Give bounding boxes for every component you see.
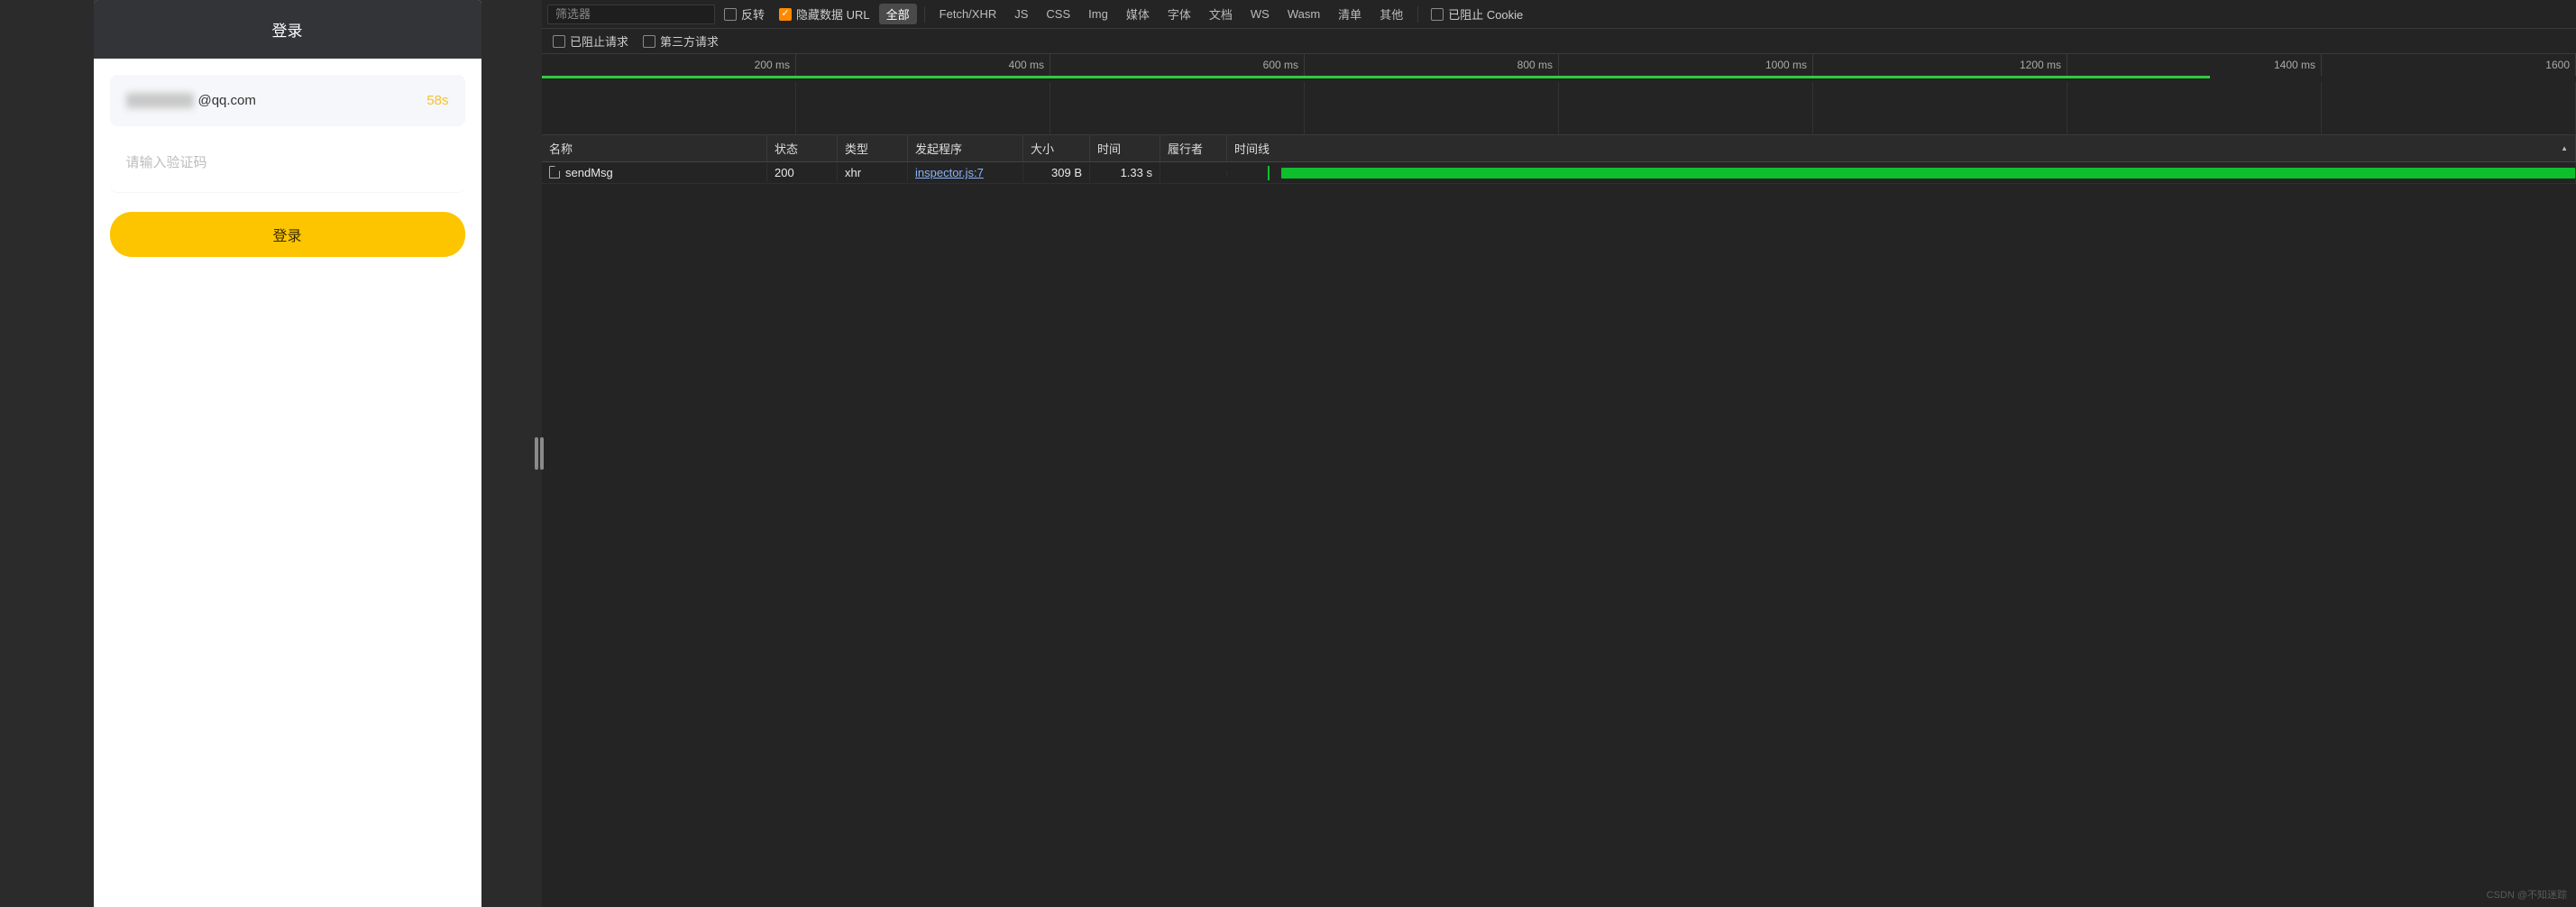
- devtools-panel: 反转 ✓ 隐藏数据 URL 全部 Fetch/XHR JS CSS Img 媒体…: [542, 0, 2576, 907]
- separator: [1417, 6, 1418, 23]
- type-filter-media[interactable]: 媒体: [1119, 4, 1157, 24]
- invert-checkbox[interactable]: 反转: [719, 5, 770, 23]
- third-party-checkbox[interactable]: 第三方请求: [637, 32, 724, 50]
- filter-input[interactable]: [547, 5, 715, 24]
- page-title: 登录: [94, 0, 481, 59]
- table-body: sendMsg200xhrinspector.js:7309 B1.33 s: [542, 162, 2576, 907]
- type-filter-all[interactable]: 全部: [879, 4, 917, 24]
- devtools-toolbar: 反转 ✓ 隐藏数据 URL 全部 Fetch/XHR JS CSS Img 媒体…: [542, 0, 2576, 29]
- type-filter-js[interactable]: JS: [1007, 5, 1035, 23]
- blocked-requests-label: 已阻止请求: [570, 32, 628, 50]
- devtools-toolbar-secondary: 已阻止请求 第三方请求: [542, 29, 2576, 54]
- login-button[interactable]: 登录: [110, 212, 465, 257]
- waterfall-bar: [1281, 168, 2575, 179]
- col-waterfall[interactable]: 时间线: [1227, 135, 2576, 161]
- email-card: ········ @qq.com 58s: [110, 75, 465, 126]
- type-filter-font[interactable]: 字体: [1160, 4, 1198, 24]
- app-root: 登录 ········ @qq.com 58s 登录: [0, 0, 2576, 907]
- timeline-overview[interactable]: 200 ms 400 ms 600 ms 800 ms 1000 ms 1200…: [542, 54, 2576, 135]
- blocked-requests-checkbox[interactable]: 已阻止请求: [547, 32, 634, 50]
- col-initiator[interactable]: 发起程序: [908, 135, 1023, 161]
- mobile-preview-pane: 登录 ········ @qq.com 58s 登录: [0, 0, 536, 907]
- network-table: 名称 状态 类型 发起程序 大小 时间 履行者 时间线 sendMsg200xh…: [542, 135, 2576, 907]
- countdown-timer: 58s: [426, 93, 448, 108]
- ruler-tick: 200 ms: [542, 54, 796, 76]
- email-domain: @qq.com: [197, 93, 255, 108]
- checkbox-icon: [1431, 8, 1444, 21]
- col-name[interactable]: 名称: [542, 135, 767, 161]
- ruler-tick: 400 ms: [796, 54, 1050, 76]
- checkbox-icon: [553, 35, 565, 48]
- mobile-device: 登录 ········ @qq.com 58s 登录: [94, 0, 481, 907]
- hide-data-urls-checkbox[interactable]: ✓ 隐藏数据 URL: [774, 5, 875, 23]
- cell-waterfall: [1227, 162, 2576, 183]
- invert-label: 反转: [741, 5, 765, 23]
- hide-data-urls-label: 隐藏数据 URL: [796, 5, 870, 23]
- checkbox-icon: [643, 35, 655, 48]
- cell-type: xhr: [838, 163, 908, 182]
- col-type[interactable]: 类型: [838, 135, 908, 161]
- checkbox-checked-icon: ✓: [779, 8, 792, 21]
- ruler-tick: 1000 ms: [1559, 54, 1813, 76]
- col-fulfilled[interactable]: 履行者: [1160, 135, 1227, 161]
- ruler-tick: 600 ms: [1050, 54, 1305, 76]
- cell-initiator[interactable]: inspector.js:7: [908, 163, 1023, 182]
- blocked-cookie-checkbox[interactable]: 已阻止 Cookie: [1426, 5, 1528, 23]
- type-filter-other[interactable]: 其他: [1372, 4, 1410, 24]
- col-size[interactable]: 大小: [1023, 135, 1090, 161]
- separator: [924, 6, 925, 23]
- third-party-label: 第三方请求: [660, 32, 719, 50]
- table-row[interactable]: sendMsg200xhrinspector.js:7309 B1.33 s: [542, 162, 2576, 184]
- code-input[interactable]: [126, 155, 449, 170]
- email-display: ········ @qq.com: [126, 93, 256, 108]
- code-input-wrap: [110, 141, 465, 192]
- ruler-tick: 1400 ms: [2067, 54, 2322, 76]
- blocked-cookie-label: 已阻止 Cookie: [1448, 5, 1523, 23]
- type-filter-manifest[interactable]: 清单: [1331, 4, 1369, 24]
- cell-fulfilled: [1160, 170, 1227, 176]
- cell-status: 200: [767, 163, 838, 182]
- cell-size: 309 B: [1023, 163, 1090, 182]
- cell-name: sendMsg: [542, 163, 767, 182]
- table-header: 名称 状态 类型 发起程序 大小 时间 履行者 时间线: [542, 135, 2576, 162]
- col-time[interactable]: 时间: [1090, 135, 1160, 161]
- split-handle[interactable]: [536, 0, 542, 907]
- file-icon: [549, 166, 560, 179]
- timeline-ruler: 200 ms 400 ms 600 ms 800 ms 1000 ms 1200…: [542, 54, 2576, 76]
- ruler-tick: 1200 ms: [1813, 54, 2067, 76]
- type-filter-img[interactable]: Img: [1081, 5, 1115, 23]
- type-filter-doc[interactable]: 文档: [1202, 4, 1240, 24]
- cell-time: 1.33 s: [1090, 163, 1160, 182]
- type-filter-css[interactable]: CSS: [1039, 5, 1077, 23]
- ruler-tick: 1600: [2322, 54, 2576, 76]
- type-filter-wasm[interactable]: Wasm: [1280, 5, 1327, 23]
- login-form: ········ @qq.com 58s 登录: [94, 59, 481, 907]
- checkbox-icon: [724, 8, 737, 21]
- col-status[interactable]: 状态: [767, 135, 838, 161]
- type-filter-ws[interactable]: WS: [1243, 5, 1277, 23]
- ruler-tick: 800 ms: [1305, 54, 1559, 76]
- email-masked-part: ········: [126, 93, 195, 108]
- overview-bar: [542, 76, 2210, 78]
- type-filter-fetch[interactable]: Fetch/XHR: [932, 5, 1004, 23]
